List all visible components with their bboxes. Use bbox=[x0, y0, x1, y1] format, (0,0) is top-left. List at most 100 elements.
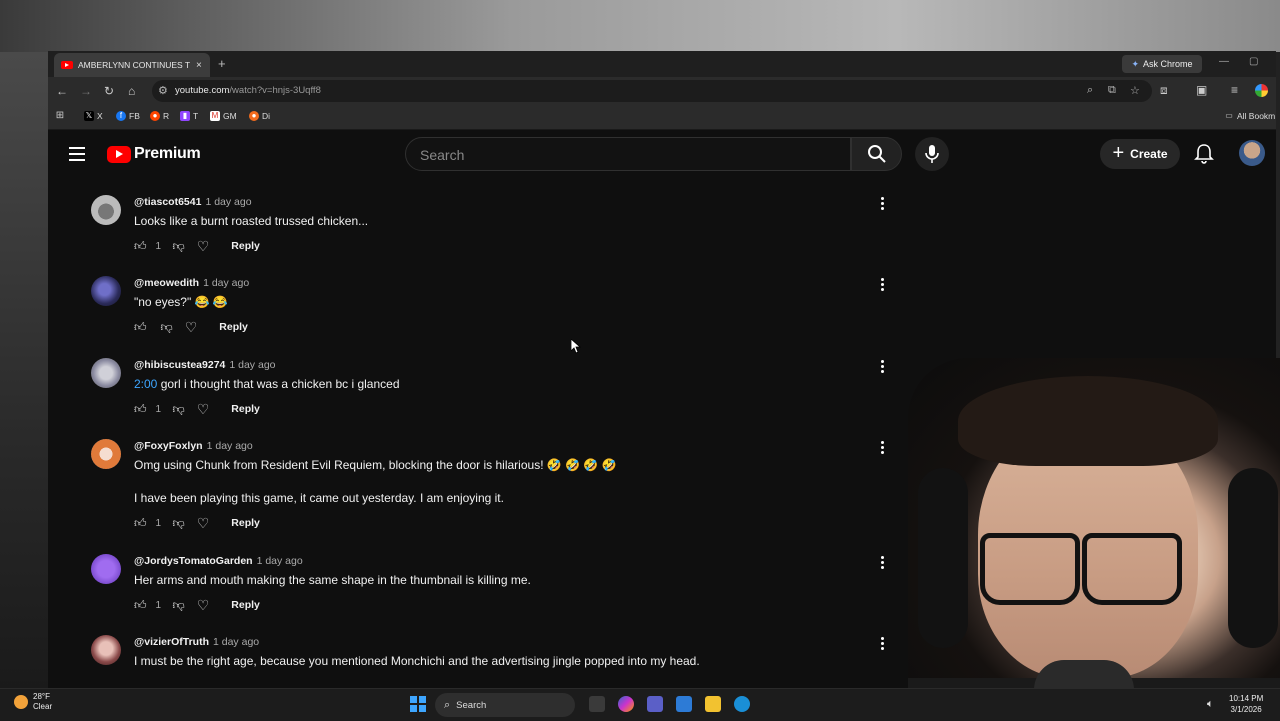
profile-avatar[interactable] bbox=[1255, 84, 1268, 97]
file-explorer-icon[interactable] bbox=[705, 696, 721, 712]
author-name[interactable]: @FoxyFoxlyn bbox=[134, 440, 203, 452]
reply-button[interactable]: Reply bbox=[231, 240, 260, 252]
comment-author[interactable]: @vizierOfTruth 1 day ago bbox=[134, 636, 259, 648]
commenter-avatar[interactable] bbox=[91, 358, 121, 388]
comment-author[interactable]: @hibiscustea9274 1 day ago bbox=[134, 359, 276, 371]
comment-time[interactable]: 1 day ago bbox=[229, 359, 275, 371]
zoom-icon[interactable]: ⌕ bbox=[1087, 84, 1093, 97]
bookmark-fb[interactable]: f FB bbox=[116, 111, 140, 121]
author-name[interactable]: @tiascot6541 bbox=[134, 196, 201, 208]
more-actions-icon[interactable] bbox=[878, 637, 886, 650]
bookmark-t[interactable]: ▮ T bbox=[180, 111, 198, 121]
commenter-avatar[interactable] bbox=[91, 439, 121, 469]
bookmark-di[interactable]: ● Di bbox=[249, 111, 270, 121]
tab-close-icon[interactable]: × bbox=[196, 60, 202, 71]
all-bookmarks[interactable]: ▭ All Bookm bbox=[1224, 111, 1275, 121]
copilot-icon[interactable] bbox=[618, 696, 634, 712]
bookmark-gm[interactable]: M GM bbox=[210, 111, 237, 121]
timestamp-link[interactable]: 2:00 bbox=[134, 377, 157, 391]
back-icon[interactable]: ← bbox=[56, 84, 68, 98]
author-name[interactable]: @JordysTomatoGarden bbox=[134, 555, 253, 567]
thumbs-up-icon[interactable]: 👍︎ bbox=[134, 515, 147, 531]
commenter-avatar[interactable] bbox=[91, 195, 121, 225]
system-clock[interactable]: 10:14 PM 3/1/2026 bbox=[1229, 693, 1263, 715]
more-actions-icon[interactable] bbox=[878, 441, 886, 454]
tab-active[interactable]: AMBERLYNN CONTINUES TO M × bbox=[54, 53, 210, 77]
start-menu-button[interactable] bbox=[410, 696, 426, 712]
forward-icon[interactable]: → bbox=[80, 84, 92, 98]
comment-time[interactable]: 1 day ago bbox=[207, 440, 253, 452]
notifications-bell-icon[interactable] bbox=[1194, 143, 1214, 165]
weather-widget[interactable]: 28°F Clear bbox=[14, 692, 52, 712]
thumbs-up-icon[interactable]: 👍︎ bbox=[134, 238, 147, 254]
author-name[interactable]: @hibiscustea9274 bbox=[134, 359, 225, 371]
more-actions-icon[interactable] bbox=[878, 556, 886, 569]
site-settings-icon[interactable]: ⚙ bbox=[158, 84, 168, 97]
comment-time[interactable]: 1 day ago bbox=[213, 636, 259, 648]
bookmark-x[interactable]: 𝕏X bbox=[84, 111, 103, 121]
search-box[interactable] bbox=[405, 137, 851, 171]
search-input[interactable] bbox=[418, 146, 842, 164]
heart-icon[interactable]: ♡ bbox=[197, 401, 210, 417]
comment-time[interactable]: 1 day ago bbox=[257, 555, 303, 567]
thumbs-up-icon[interactable]: 👍︎ bbox=[134, 597, 147, 613]
comment-time[interactable]: 1 day ago bbox=[205, 196, 251, 208]
heart-icon[interactable]: ♡ bbox=[197, 515, 210, 531]
thumbs-up-icon[interactable]: 👍︎ bbox=[134, 319, 147, 335]
commenter-avatar[interactable] bbox=[91, 276, 121, 306]
store-icon[interactable] bbox=[676, 696, 692, 712]
task-view-icon[interactable] bbox=[589, 696, 605, 712]
media-controls-icon[interactable]: ≡ bbox=[1231, 83, 1238, 97]
edge-icon[interactable] bbox=[734, 696, 750, 712]
user-avatar[interactable] bbox=[1239, 140, 1265, 166]
youtube-premium-logo[interactable]: Premium bbox=[107, 145, 201, 163]
voice-search-button[interactable] bbox=[915, 137, 949, 171]
reply-button[interactable]: Reply bbox=[231, 517, 260, 529]
taskbar-search[interactable]: ⌕ Search bbox=[435, 693, 575, 717]
search-button[interactable] bbox=[851, 137, 902, 171]
commenter-avatar[interactable] bbox=[91, 554, 121, 584]
home-icon[interactable]: ⌂ bbox=[128, 84, 135, 98]
teams-icon[interactable] bbox=[647, 696, 663, 712]
author-name[interactable]: @meowedith bbox=[134, 277, 199, 289]
reply-button[interactable]: Reply bbox=[219, 321, 248, 333]
maximize-icon[interactable]: ▢ bbox=[1249, 56, 1258, 67]
new-tab-button[interactable]: + bbox=[218, 56, 226, 71]
thumbs-down-icon[interactable]: 👎︎ bbox=[173, 401, 185, 417]
side-panel-icon[interactable]: ▣ bbox=[1196, 83, 1207, 97]
reply-button[interactable]: Reply bbox=[231, 403, 260, 415]
bookmark-star-icon[interactable]: ☆ bbox=[1130, 84, 1140, 97]
heart-icon[interactable]: ♡ bbox=[197, 597, 210, 613]
thumbs-down-icon[interactable]: 👎︎ bbox=[173, 515, 185, 531]
more-actions-icon[interactable] bbox=[878, 360, 886, 373]
thumbs-down-icon[interactable]: 👎︎ bbox=[161, 319, 173, 335]
extensions-icon[interactable]: ⧈ bbox=[1160, 83, 1168, 98]
thumbs-up-icon[interactable]: 👍︎ bbox=[134, 401, 147, 417]
url-text[interactable]: youtube.com/watch?v=hnjs-3Uqff8 bbox=[175, 85, 321, 96]
ask-chrome-button[interactable]: ✦ Ask Chrome bbox=[1122, 55, 1202, 73]
thumbs-down-icon[interactable]: 👎︎ bbox=[173, 238, 185, 254]
more-actions-icon[interactable] bbox=[878, 278, 886, 291]
reload-icon[interactable]: ↻ bbox=[104, 84, 114, 98]
bookmark-r[interactable]: ● R bbox=[150, 111, 169, 121]
taskbar-search-label: Search bbox=[456, 699, 487, 711]
comment-author[interactable]: @FoxyFoxlyn 1 day ago bbox=[134, 440, 253, 452]
comment-time[interactable]: 1 day ago bbox=[203, 277, 249, 289]
apps-grid-icon[interactable]: ⊞ bbox=[55, 111, 65, 121]
thumbs-down-icon[interactable]: 👎︎ bbox=[173, 597, 185, 613]
menu-icon[interactable] bbox=[69, 147, 85, 165]
create-button[interactable]: + Create bbox=[1100, 139, 1180, 169]
commenter-avatar[interactable] bbox=[91, 635, 121, 665]
minimize-icon[interactable]: — bbox=[1219, 56, 1229, 67]
author-name[interactable]: @vizierOfTruth bbox=[134, 636, 209, 648]
comment-author[interactable]: @meowedith 1 day ago bbox=[134, 277, 249, 289]
comment-author[interactable]: @JordysTomatoGarden 1 day ago bbox=[134, 555, 303, 567]
install-app-icon[interactable]: ⧉ bbox=[1108, 84, 1116, 97]
reply-button[interactable]: Reply bbox=[231, 599, 260, 611]
address-bar[interactable]: ⚙ youtube.com/watch?v=hnjs-3Uqff8 ⌕ ⧉ ☆ bbox=[152, 80, 1152, 102]
speaker-icon[interactable]: 🔈︎ bbox=[1207, 698, 1214, 711]
heart-icon[interactable]: ♡ bbox=[185, 319, 198, 335]
heart-icon[interactable]: ♡ bbox=[197, 238, 210, 254]
more-actions-icon[interactable] bbox=[878, 197, 886, 210]
comment-author[interactable]: @tiascot6541 1 day ago bbox=[134, 196, 252, 208]
